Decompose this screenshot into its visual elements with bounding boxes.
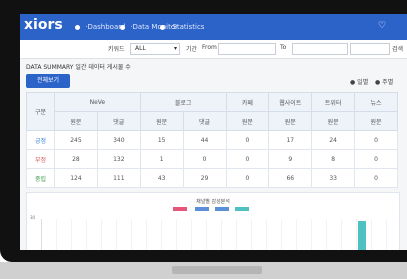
- sub-header: 원문: [268, 111, 313, 131]
- nav-dot-icon: [160, 24, 165, 30]
- from-label: From: [202, 44, 217, 51]
- table-cell: 111: [96, 168, 141, 188]
- nav-dot-icon: [75, 24, 80, 30]
- nav-item-statistics[interactable]: ·Statistics: [160, 23, 204, 31]
- table-cell: 340: [96, 130, 141, 150]
- summary-table: 구분 NeVe 블로그 카페 웹사이트 트위터 뉴스 원문 댓글 원문 댓글 원…: [26, 92, 398, 188]
- to-label: To: [280, 44, 287, 51]
- group-header-cafe: 카페: [225, 92, 270, 112]
- y-axis-tick: 30: [30, 215, 36, 220]
- table-cell: 245: [54, 130, 98, 150]
- chevron-down-icon: ▾: [173, 45, 177, 52]
- table-corner-header: 구분: [26, 92, 55, 131]
- table-cell: 24: [311, 130, 356, 150]
- table-cell: 66: [268, 168, 313, 188]
- sub-header: 원문: [139, 111, 184, 131]
- table-cell: 17: [268, 130, 313, 150]
- chart-bar: [358, 221, 366, 250]
- date-to-input[interactable]: [292, 43, 348, 55]
- toggle-monthly-label: 주별: [382, 79, 394, 86]
- group-header-news: 뉴스: [354, 92, 398, 112]
- table-sub-header-row: 원문 댓글 원문 댓글 원문 원문 원문 원문: [26, 111, 398, 131]
- table-cell: 43: [139, 168, 184, 188]
- table-cell: 1: [139, 149, 184, 169]
- screen: xiors ·Dashboard ·Data Monitor ·Statisti…: [20, 14, 407, 250]
- radio-icon: ●: [375, 79, 381, 86]
- sub-header: 원문: [225, 111, 270, 131]
- extra-input[interactable]: [350, 43, 390, 55]
- period-label: 기간: [186, 46, 198, 53]
- group-header-blog: 블로그: [139, 92, 227, 112]
- view-all-button[interactable]: 전체보기: [26, 74, 70, 88]
- radio-icon: ●: [350, 79, 356, 86]
- table-row-negative: 부정 28 132 1 0 0 9 8 0: [26, 149, 398, 169]
- nav-item-dashboard[interactable]: ·Dashboard: [75, 23, 125, 31]
- table-cell: 33: [311, 168, 356, 188]
- nav-dot-icon: [120, 24, 125, 30]
- table-cell: 44: [182, 130, 227, 150]
- table-cell: 9: [268, 149, 313, 169]
- table-group-header-row: 구분 NeVe 블로그 카페 웹사이트 트위터 뉴스: [26, 92, 398, 131]
- table-cell: 0: [354, 168, 398, 188]
- category-select[interactable]: ALL ▾: [130, 43, 180, 55]
- summary-title: DATA SUMMARY 일간 데이터 게시물 수: [26, 64, 131, 71]
- table-cell: 29: [182, 168, 227, 188]
- table-cell: 132: [96, 149, 141, 169]
- top-nav-bar: xiors ·Dashboard ·Data Monitor ·Statisti…: [20, 14, 407, 40]
- row-label-negative[interactable]: 부정: [26, 149, 55, 169]
- table-row-neutral: 중립 124 111 43 29 0 66 33 0: [26, 168, 398, 188]
- chart-title: 채널별 감성분석: [196, 199, 230, 205]
- chart-card: 채널별 감성분석 30: [26, 192, 400, 250]
- legend-swatch-1: [173, 207, 187, 211]
- toggle-daily-label: 일별: [357, 79, 369, 86]
- table-row-positive: 긍정 245 340 15 44 0 17 24 0: [26, 130, 398, 150]
- toggle-daily-radio[interactable]: ● 일별: [350, 77, 368, 86]
- legend-swatch-4: [235, 207, 249, 211]
- filter-bar: 키워드 ALL ▾ 기간 From To 검색: [20, 40, 407, 59]
- legend-swatch-2: [195, 207, 209, 211]
- search-button[interactable]: 검색: [392, 44, 403, 53]
- table-cell: 124: [54, 168, 98, 188]
- sub-header: 댓글: [96, 111, 141, 131]
- group-header-twitter: 트위터: [311, 92, 356, 112]
- app-logo[interactable]: xiors: [24, 17, 63, 33]
- group-header-neve: NeVe: [54, 92, 141, 112]
- sub-header: 원문: [311, 111, 356, 131]
- date-from-input[interactable]: [218, 43, 276, 55]
- toggle-monthly-radio[interactable]: ● 주별: [375, 77, 393, 86]
- table-cell: 0: [354, 149, 398, 169]
- table-cell: 28: [54, 149, 98, 169]
- sub-header: 원문: [54, 111, 98, 131]
- row-label-positive[interactable]: 긍정: [26, 130, 55, 150]
- group-header-website: 웹사이트: [268, 92, 313, 112]
- sub-header: 댓글: [182, 111, 227, 131]
- heart-icon[interactable]: ♡: [378, 21, 386, 31]
- table-cell: 0: [225, 149, 270, 169]
- legend-swatch-3: [215, 207, 229, 211]
- chart-plot-area: [41, 219, 396, 250]
- table-cell: 0: [225, 130, 270, 150]
- table-cell: 0: [182, 149, 227, 169]
- table-cell: 15: [139, 130, 184, 150]
- chart-legend: [173, 206, 263, 212]
- table-cell: 0: [225, 168, 270, 188]
- row-label-neutral[interactable]: 중립: [26, 168, 55, 188]
- category-select-value: ALL: [135, 45, 146, 52]
- keyword-label: 키워드: [108, 46, 125, 53]
- sub-header: 원문: [354, 111, 398, 131]
- table-cell: 0: [354, 130, 398, 150]
- nav-item-statistics-label: ·Statistics: [170, 23, 205, 31]
- device-stand: [172, 266, 262, 274]
- table-cell: 8: [311, 149, 356, 169]
